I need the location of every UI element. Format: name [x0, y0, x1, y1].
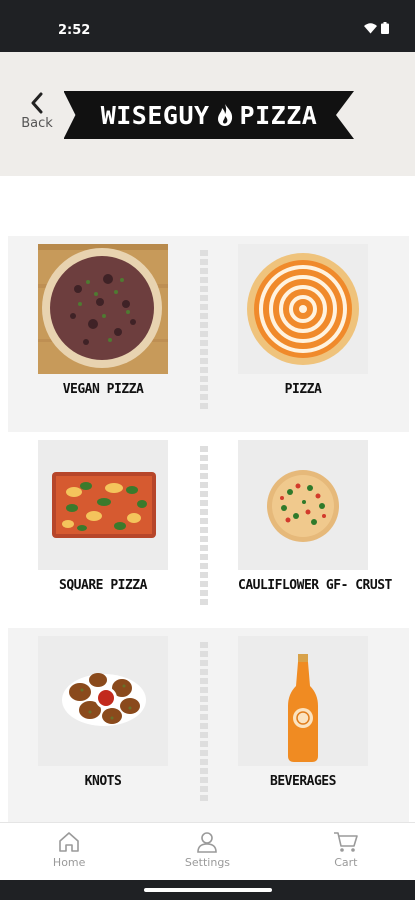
nav-label: Settings [184, 856, 231, 869]
category-pizza[interactable]: PIZZA [238, 244, 368, 424]
vegan-pizza-image [38, 244, 168, 374]
back-button[interactable]: Back [16, 92, 58, 140]
divider [200, 446, 208, 606]
category-vegan-pizza[interactable]: VEGAN PIZZA [38, 244, 168, 424]
home-icon [59, 832, 79, 852]
category-label: PIZZA [284, 382, 322, 397]
brand-logo: WISEGUY PIZZA [64, 91, 354, 139]
home-indicator[interactable] [144, 888, 272, 892]
cauliflower-pizza-image [238, 440, 368, 570]
category-label: CAULIFLOWER GF- CRUST [238, 578, 392, 593]
bottom-nav: Home Settings Cart [0, 822, 415, 880]
white-pizza-image [238, 244, 368, 374]
category-square-pizza[interactable]: SQUARE PIZZA [38, 440, 168, 620]
status-time: 2:52 [58, 23, 91, 38]
square-pizza-image [38, 440, 168, 570]
category-row: VEGAN PIZZA PIZZA [8, 236, 409, 432]
status-bar: 2:52 [0, 0, 415, 52]
flame-icon [217, 104, 232, 126]
back-label: Back [21, 116, 53, 131]
nav-settings[interactable]: Settings [138, 823, 276, 880]
category-row: KNOTS BEVERAGES [8, 628, 409, 824]
category-label: BEVERAGES [270, 774, 336, 789]
category-knots[interactable]: KNOTS [38, 636, 168, 816]
category-beverages[interactable]: BEVERAGES [238, 636, 368, 816]
logo-text-left: WISEGUY [100, 100, 210, 130]
battery-icon [381, 22, 389, 34]
user-icon [197, 832, 218, 853]
nav-label: Cart [334, 856, 358, 869]
category-label: VEGAN PIZZA [62, 382, 144, 397]
logo-text-right: PIZZA [239, 100, 318, 130]
gesture-bar [0, 880, 415, 900]
orange-soda-bottle-image [238, 636, 368, 766]
nav-label: Home [52, 856, 86, 869]
garlic-knots-image [38, 636, 168, 766]
wifi-icon [364, 22, 377, 33]
category-label: KNOTS [84, 774, 122, 789]
divider [200, 642, 208, 802]
cart-icon [333, 832, 358, 852]
category-label: SQUARE PIZZA [59, 578, 147, 593]
chevron-left-icon [31, 92, 43, 114]
nav-cart[interactable]: Cart [277, 823, 415, 880]
header: Back WISEGUY PIZZA [0, 52, 415, 176]
status-icons [364, 22, 389, 34]
category-row: SQUARE PIZZA CAULIFLOWER GF- CRUST [8, 432, 409, 628]
category-grid: VEGAN PIZZA PIZZA SQUARE PIZZA CAULIFLOW… [8, 236, 409, 824]
category-cauliflower-crust[interactable]: CAULIFLOWER GF- CRUST [238, 440, 392, 620]
nav-home[interactable]: Home [0, 823, 138, 880]
divider [200, 250, 208, 410]
